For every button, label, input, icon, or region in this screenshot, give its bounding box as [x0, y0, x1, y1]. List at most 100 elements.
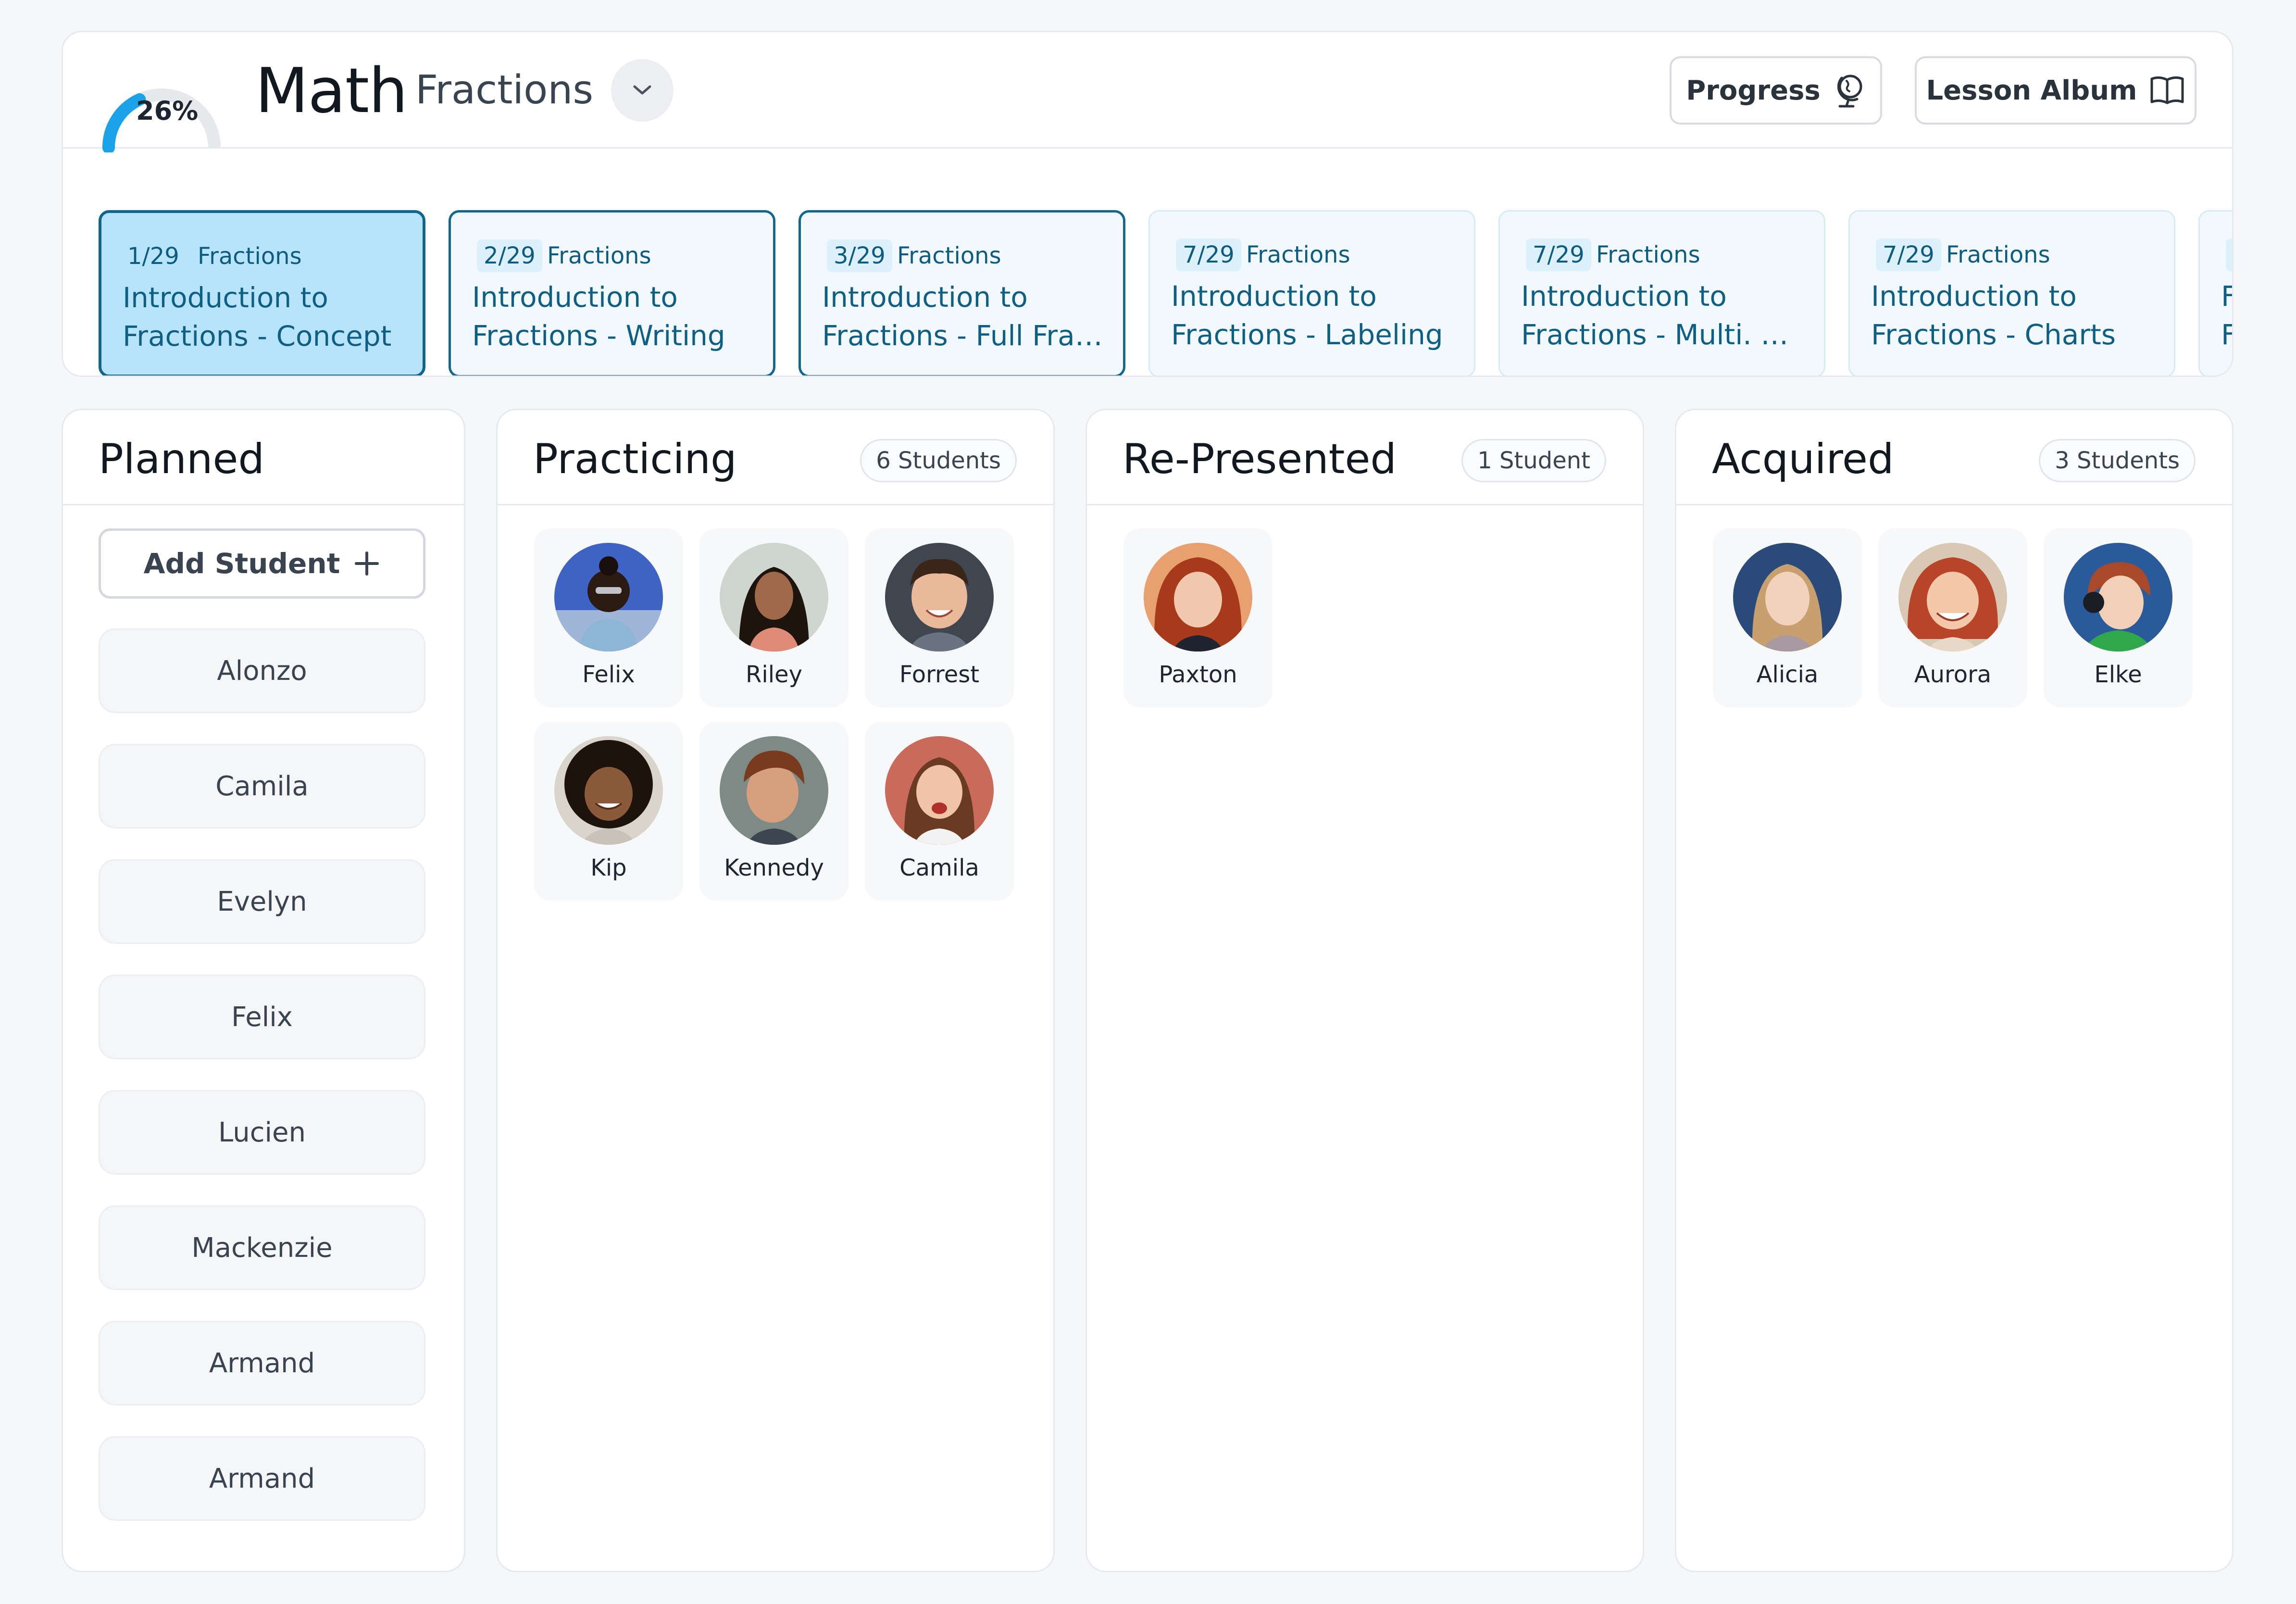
- lesson-dropdown-button[interactable]: [611, 59, 674, 122]
- column-header: Planned: [63, 410, 464, 505]
- lesson-tile-2[interactable]: 2/29 Fractions Introduction to Fractions…: [449, 210, 775, 376]
- lesson-subject: Fractions: [1596, 241, 1700, 268]
- planned-student[interactable]: Lucien: [99, 1090, 425, 1175]
- progress-percent: 26%: [136, 96, 199, 126]
- student-card[interactable]: Paxton: [1123, 528, 1273, 707]
- lesson-title-line2: Fractions - Charts: [1871, 318, 2116, 351]
- student-card[interactable]: Kip: [534, 722, 683, 901]
- lesson-title-line1: Introduction to: [1171, 280, 1377, 313]
- lesson-date: 7: [2226, 238, 2232, 271]
- student-card[interactable]: Elke: [2044, 528, 2193, 707]
- column-title: Practicing: [533, 435, 737, 483]
- planned-student[interactable]: Armand: [99, 1436, 425, 1521]
- add-student-button[interactable]: Add Student: [99, 528, 425, 599]
- lesson-header-card: 26% Math Fractions Progress Lesson Album: [62, 31, 2234, 377]
- lesson-date: 1/29: [127, 243, 179, 270]
- column-title: Re-Presented: [1123, 435, 1397, 483]
- student-name: Forrest: [899, 661, 980, 688]
- student-avatar: [720, 543, 828, 652]
- lesson-date: 7/29: [1526, 238, 1591, 271]
- lesson-date: 2/29: [477, 239, 542, 272]
- lesson-tile-7[interactable]: 7 F F: [2198, 210, 2232, 376]
- column-header: Acquired 3 Students: [1676, 410, 2232, 505]
- lesson-title-line1: F: [2221, 277, 2232, 315]
- chevron-down-icon: [633, 85, 651, 95]
- column-practicing: Practicing 6 Students Felix Riley Forres…: [496, 409, 1055, 1572]
- student-avatar: [1898, 543, 2007, 652]
- column-header: Practicing 6 Students: [498, 410, 1053, 505]
- progress-button[interactable]: Progress: [1670, 56, 1882, 125]
- column-re-presented: Re-Presented 1 Student Paxton: [1086, 409, 1644, 1572]
- student-name: Elke: [2094, 661, 2142, 688]
- lesson-title-line2: Fractions - Multi. Seg...: [1521, 318, 1805, 351]
- student-card[interactable]: Felix: [534, 528, 683, 707]
- lesson-name: Fractions: [415, 67, 594, 113]
- lesson-title-line2: Fractions - Concept: [123, 320, 392, 352]
- lesson-subject: Fractions: [897, 242, 1001, 269]
- planned-student[interactable]: Evelyn: [99, 859, 425, 944]
- student-card[interactable]: Forrest: [865, 528, 1014, 707]
- lesson-tile-4[interactable]: 7/29 Fractions Introduction to Fractions…: [1148, 210, 1475, 376]
- lesson-subject: Fractions: [547, 242, 651, 269]
- student-avatar: [1733, 543, 1842, 652]
- column-title: Planned: [99, 435, 264, 483]
- lesson-date: 7/29: [1876, 238, 1941, 271]
- plus-icon: [355, 551, 379, 576]
- lesson-title-line2: F: [2221, 315, 2232, 354]
- student-name: Alicia: [1756, 661, 1819, 688]
- progress-button-label: Progress: [1686, 75, 1821, 106]
- lesson-tile-3[interactable]: 3/29 Fractions Introduction to Fractions…: [799, 210, 1125, 376]
- lesson-title-line2: Fractions - Labeling: [1171, 318, 1443, 351]
- column-title: Acquired: [1712, 435, 1894, 483]
- student-name: Kip: [590, 854, 627, 881]
- header-row: 26% Math Fractions Progress Lesson Album: [63, 32, 2232, 152]
- lesson-title-line2: Fractions - Full Fracti...: [822, 319, 1106, 352]
- student-name: Aurora: [1914, 661, 1992, 688]
- student-avatar: [720, 736, 828, 845]
- subject-title: Math: [255, 55, 408, 127]
- lesson-subject: Fractions: [1946, 241, 2050, 268]
- student-card[interactable]: Riley: [699, 528, 849, 707]
- student-name: Camila: [899, 854, 979, 881]
- student-name: Kennedy: [724, 854, 824, 881]
- student-avatar: [1144, 543, 1252, 652]
- lesson-title-line1: Introduction to: [123, 281, 328, 314]
- globe-icon: [1837, 75, 1862, 108]
- lesson-tile-1[interactable]: 1/29 Fractions Introduction to Fractions…: [99, 210, 425, 376]
- student-name: Paxton: [1159, 661, 1237, 688]
- lesson-tile-6[interactable]: 7/29 Fractions Introduction to Fractions…: [1848, 210, 2175, 376]
- student-avatar: [885, 543, 994, 652]
- student-count-badge: 6 Students: [860, 439, 1017, 482]
- add-student-label: Add Student: [143, 547, 340, 580]
- student-avatar: [554, 543, 663, 652]
- student-card[interactable]: Aurora: [1878, 528, 2027, 707]
- lesson-tile-5[interactable]: 7/29 Fractions Introduction to Fractions…: [1498, 210, 1825, 376]
- student-count-badge: 1 Student: [1461, 439, 1606, 482]
- lesson-date: 7/29: [1176, 238, 1241, 271]
- student-name: Riley: [746, 661, 802, 688]
- lesson-album-button[interactable]: Lesson Album: [1915, 56, 2196, 125]
- lesson-title-line1: Introduction to: [472, 281, 678, 313]
- student-card[interactable]: Camila: [865, 722, 1014, 901]
- planned-student[interactable]: Armand: [99, 1321, 425, 1405]
- student-name: Felix: [582, 661, 635, 688]
- student-card[interactable]: Alicia: [1713, 528, 1862, 707]
- planned-student[interactable]: Mackenzie: [99, 1205, 425, 1290]
- column-acquired: Acquired 3 Students Alicia Aurora Elke: [1675, 409, 2234, 1572]
- column-planned: Planned Add Student Alonzo Camila Evelyn…: [62, 409, 465, 1572]
- student-avatar: [2064, 543, 2172, 652]
- planned-student[interactable]: Alonzo: [99, 628, 425, 713]
- book-open-icon: [2150, 76, 2184, 104]
- lesson-title-line1: Introduction to: [1871, 280, 2077, 313]
- planned-student[interactable]: Camila: [99, 744, 425, 828]
- student-avatar: [885, 736, 994, 845]
- planned-student[interactable]: Felix: [99, 975, 425, 1059]
- student-count-badge: 3 Students: [2039, 439, 2196, 482]
- lesson-title-line1: Introduction to: [822, 281, 1028, 313]
- lesson-strip: 1/29 Fractions Introduction to Fractions…: [63, 150, 2232, 376]
- column-header: Re-Presented 1 Student: [1087, 410, 1643, 505]
- lesson-title-line2: Fractions - Writing: [472, 319, 725, 352]
- student-avatar: [554, 736, 663, 845]
- lesson-title-line1: Introduction to: [1521, 280, 1727, 313]
- student-card[interactable]: Kennedy: [699, 722, 849, 901]
